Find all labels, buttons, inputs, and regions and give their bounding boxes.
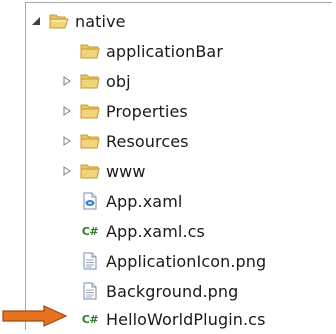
tree-item-label: ApplicationIcon.png: [106, 251, 267, 271]
tree-item-helloworldplugin-cs[interactable]: C# HelloWorldPlugin.cs: [61, 304, 266, 334]
tree-item-label: Resources: [106, 131, 189, 151]
collapse-triangle-icon[interactable]: [30, 15, 42, 27]
folder-open-icon: [49, 12, 69, 30]
tree-item-label: Background.png: [106, 281, 239, 301]
expand-triangle-icon[interactable]: [61, 75, 73, 87]
folder-icon: [80, 132, 100, 150]
tree-item-properties[interactable]: Properties: [61, 96, 188, 126]
folder-icon: [80, 102, 100, 120]
csharp-file-icon: C#: [80, 222, 100, 240]
tree-item-resources[interactable]: Resources: [61, 126, 189, 156]
tree-item-background-png[interactable]: Background.png: [61, 276, 238, 306]
tree-item-label: www: [106, 161, 146, 181]
tree-item-label: applicationBar: [106, 41, 224, 61]
tree-item-label: obj: [106, 71, 131, 91]
pointer-arrow-icon: [2, 305, 68, 327]
expand-triangle-icon[interactable]: [61, 165, 73, 177]
expand-triangle-icon[interactable]: [61, 135, 73, 147]
tree-item-app-xaml-cs[interactable]: C# App.xaml.cs: [61, 216, 205, 246]
csharp-badge: C#: [81, 224, 99, 238]
csharp-file-icon: C#: [80, 310, 100, 328]
folder-icon: [80, 72, 100, 90]
document-icon: [80, 252, 100, 270]
tree-item-app-xaml[interactable]: App.xaml: [61, 186, 182, 216]
tree-item-label: HelloWorldPlugin.cs: [106, 309, 266, 329]
folder-icon: [80, 42, 100, 60]
tree-item-label: native: [75, 11, 126, 31]
csharp-badge: C#: [81, 312, 99, 326]
folder-icon: [80, 162, 100, 180]
tree-item-native[interactable]: native: [30, 6, 126, 36]
tree-item-label: App.xaml.cs: [106, 221, 205, 241]
tree-item-www[interactable]: www: [61, 156, 146, 186]
tree-item-label: Properties: [106, 101, 188, 121]
tree-item-applicationbar[interactable]: applicationBar: [61, 36, 223, 66]
tree-item-applicationicon-png[interactable]: ApplicationIcon.png: [61, 246, 266, 276]
tree-item-obj[interactable]: obj: [61, 66, 131, 96]
tree-item-label: App.xaml: [106, 191, 183, 211]
document-icon: [80, 282, 100, 300]
xaml-file-icon: [80, 192, 100, 210]
expand-triangle-icon[interactable]: [61, 105, 73, 117]
